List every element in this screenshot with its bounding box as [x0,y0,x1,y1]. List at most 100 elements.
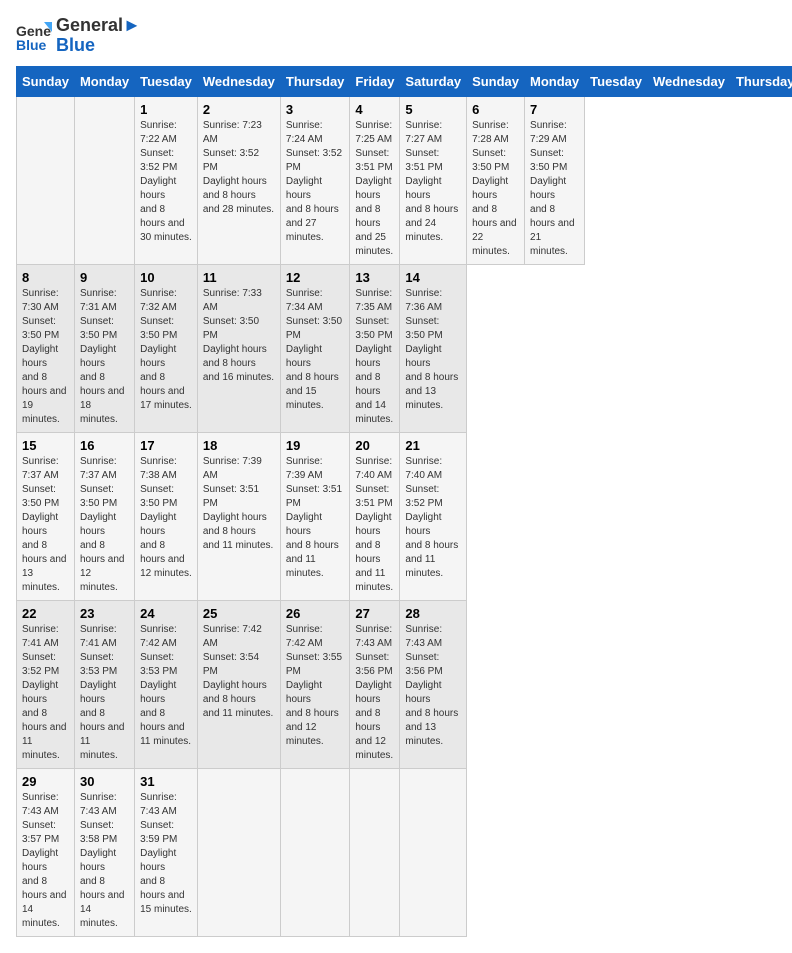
day-number: 10 [140,270,192,285]
day-info: Sunrise: 7:43 AM Sunset: 3:58 PM Dayligh… [80,791,129,931]
calendar-cell: 18 Sunrise: 7:39 AM Sunset: 3:51 PM Dayl… [197,432,280,600]
calendar-cell: 21 Sunrise: 7:40 AM Sunset: 3:52 PM Dayl… [400,432,467,600]
calendar-cell: 14 Sunrise: 7:36 AM Sunset: 3:50 PM Dayl… [400,264,467,432]
day-info: Sunrise: 7:37 AM Sunset: 3:50 PM Dayligh… [80,455,129,595]
day-number: 25 [203,606,275,621]
day-number: 17 [140,438,192,453]
header-thursday: Thursday [730,66,792,96]
logo-icon: General Blue [16,18,52,54]
calendar-cell: 9 Sunrise: 7:31 AM Sunset: 3:50 PM Dayli… [74,264,134,432]
day-info: Sunrise: 7:40 AM Sunset: 3:52 PM Dayligh… [405,455,461,581]
calendar-week-1: 1 Sunrise: 7:22 AM Sunset: 3:52 PM Dayli… [17,96,792,264]
day-info: Sunrise: 7:40 AM Sunset: 3:51 PM Dayligh… [355,455,394,595]
calendar-cell: 12 Sunrise: 7:34 AM Sunset: 3:50 PM Dayl… [280,264,350,432]
day-number: 13 [355,270,394,285]
day-info: Sunrise: 7:41 AM Sunset: 3:53 PM Dayligh… [80,623,129,763]
calendar-cell: 4 Sunrise: 7:25 AM Sunset: 3:51 PM Dayli… [350,96,400,264]
calendar-cell: 22 Sunrise: 7:41 AM Sunset: 3:52 PM Dayl… [17,600,75,768]
header-sunday: Sunday [467,66,525,96]
day-info: Sunrise: 7:25 AM Sunset: 3:51 PM Dayligh… [355,119,394,259]
day-info: Sunrise: 7:34 AM Sunset: 3:50 PM Dayligh… [286,287,345,413]
calendar-week-2: 8 Sunrise: 7:30 AM Sunset: 3:50 PM Dayli… [17,264,792,432]
calendar-week-3: 15 Sunrise: 7:37 AM Sunset: 3:50 PM Dayl… [17,432,792,600]
day-number: 29 [22,774,69,789]
calendar-header-row: SundayMondayTuesdayWednesdayThursdayFrid… [17,66,792,96]
calendar-table: SundayMondayTuesdayWednesdayThursdayFrid… [16,66,792,937]
calendar-cell: 19 Sunrise: 7:39 AM Sunset: 3:51 PM Dayl… [280,432,350,600]
day-info: Sunrise: 7:23 AM Sunset: 3:52 PM Dayligh… [203,119,275,217]
day-number: 9 [80,270,129,285]
day-info: Sunrise: 7:42 AM Sunset: 3:55 PM Dayligh… [286,623,345,749]
calendar-cell: 5 Sunrise: 7:27 AM Sunset: 3:51 PM Dayli… [400,96,467,264]
logo-blue: Blue [56,36,141,56]
day-number: 30 [80,774,129,789]
day-info: Sunrise: 7:43 AM Sunset: 3:59 PM Dayligh… [140,791,192,917]
day-info: Sunrise: 7:27 AM Sunset: 3:51 PM Dayligh… [405,119,461,245]
day-number: 11 [203,270,275,285]
calendar-cell: 17 Sunrise: 7:38 AM Sunset: 3:50 PM Dayl… [135,432,198,600]
calendar-cell: 8 Sunrise: 7:30 AM Sunset: 3:50 PM Dayli… [17,264,75,432]
calendar-week-5: 29 Sunrise: 7:43 AM Sunset: 3:57 PM Dayl… [17,768,792,936]
header-monday: Monday [525,66,585,96]
calendar-cell [280,768,350,936]
day-number: 15 [22,438,69,453]
day-number: 1 [140,102,192,117]
day-number: 2 [203,102,275,117]
calendar-cell [74,96,134,264]
day-number: 23 [80,606,129,621]
day-number: 6 [472,102,519,117]
calendar-week-4: 22 Sunrise: 7:41 AM Sunset: 3:52 PM Dayl… [17,600,792,768]
day-info: Sunrise: 7:37 AM Sunset: 3:50 PM Dayligh… [22,455,69,595]
calendar-cell [350,768,400,936]
day-info: Sunrise: 7:43 AM Sunset: 3:56 PM Dayligh… [355,623,394,763]
calendar-cell: 15 Sunrise: 7:37 AM Sunset: 3:50 PM Dayl… [17,432,75,600]
logo-general: General► [56,16,141,36]
svg-text:Blue: Blue [16,37,47,53]
calendar-cell: 6 Sunrise: 7:28 AM Sunset: 3:50 PM Dayli… [467,96,525,264]
day-number: 20 [355,438,394,453]
calendar-cell: 23 Sunrise: 7:41 AM Sunset: 3:53 PM Dayl… [74,600,134,768]
day-number: 19 [286,438,345,453]
calendar-cell: 13 Sunrise: 7:35 AM Sunset: 3:50 PM Dayl… [350,264,400,432]
day-number: 3 [286,102,345,117]
day-info: Sunrise: 7:42 AM Sunset: 3:54 PM Dayligh… [203,623,275,721]
day-info: Sunrise: 7:22 AM Sunset: 3:52 PM Dayligh… [140,119,192,245]
day-number: 18 [203,438,275,453]
header-wednesday: Wednesday [647,66,730,96]
day-info: Sunrise: 7:33 AM Sunset: 3:50 PM Dayligh… [203,287,275,385]
calendar-cell: 24 Sunrise: 7:42 AM Sunset: 3:53 PM Dayl… [135,600,198,768]
calendar-cell: 30 Sunrise: 7:43 AM Sunset: 3:58 PM Dayl… [74,768,134,936]
calendar-cell: 31 Sunrise: 7:43 AM Sunset: 3:59 PM Dayl… [135,768,198,936]
day-info: Sunrise: 7:28 AM Sunset: 3:50 PM Dayligh… [472,119,519,259]
calendar-cell [17,96,75,264]
header-monday: Monday [74,66,134,96]
header-friday: Friday [350,66,400,96]
calendar-cell: 25 Sunrise: 7:42 AM Sunset: 3:54 PM Dayl… [197,600,280,768]
day-info: Sunrise: 7:31 AM Sunset: 3:50 PM Dayligh… [80,287,129,427]
day-number: 8 [22,270,69,285]
day-info: Sunrise: 7:30 AM Sunset: 3:50 PM Dayligh… [22,287,69,427]
day-number: 5 [405,102,461,117]
header-tuesday: Tuesday [585,66,648,96]
calendar-cell: 7 Sunrise: 7:29 AM Sunset: 3:50 PM Dayli… [525,96,585,264]
day-number: 7 [530,102,579,117]
calendar-cell: 27 Sunrise: 7:43 AM Sunset: 3:56 PM Dayl… [350,600,400,768]
day-info: Sunrise: 7:29 AM Sunset: 3:50 PM Dayligh… [530,119,579,259]
page-header: General Blue General► Blue [16,16,776,56]
calendar-cell [197,768,280,936]
header-sunday: Sunday [17,66,75,96]
calendar-cell [400,768,467,936]
day-info: Sunrise: 7:43 AM Sunset: 3:57 PM Dayligh… [22,791,69,931]
logo: General Blue General► Blue [16,16,141,56]
day-number: 27 [355,606,394,621]
header-wednesday: Wednesday [197,66,280,96]
calendar-cell: 29 Sunrise: 7:43 AM Sunset: 3:57 PM Dayl… [17,768,75,936]
day-number: 24 [140,606,192,621]
day-number: 28 [405,606,461,621]
day-info: Sunrise: 7:42 AM Sunset: 3:53 PM Dayligh… [140,623,192,749]
day-number: 16 [80,438,129,453]
day-number: 21 [405,438,461,453]
calendar-cell: 16 Sunrise: 7:37 AM Sunset: 3:50 PM Dayl… [74,432,134,600]
calendar-cell: 10 Sunrise: 7:32 AM Sunset: 3:50 PM Dayl… [135,264,198,432]
day-number: 14 [405,270,461,285]
